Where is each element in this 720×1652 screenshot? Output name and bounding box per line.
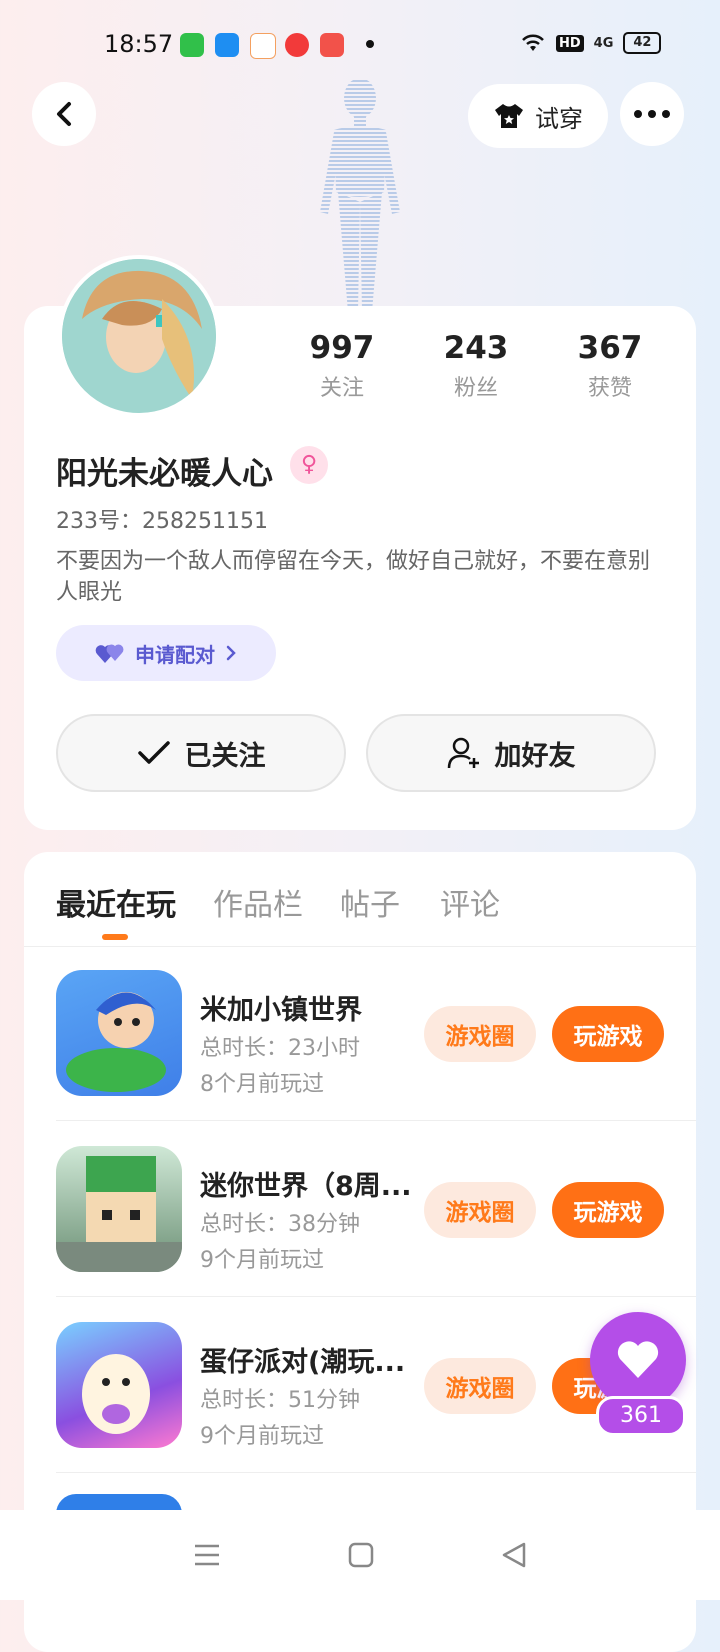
game-icon-eggy-party[interactable] <box>56 1322 182 1448</box>
tab-works[interactable]: 作品栏 <box>213 880 303 924</box>
checkmark-icon <box>137 741 170 764</box>
try-on-label: 试穿 <box>535 104 583 133</box>
game-circle-button[interactable]: 游戏圈 <box>424 1006 536 1062</box>
play-game-button[interactable]: 玩游戏 <box>552 1006 664 1062</box>
home-icon[interactable] <box>348 1542 374 1568</box>
system-navigation-bar <box>0 1510 720 1600</box>
like-count-badge: 361 <box>596 1396 686 1436</box>
game-last-played: 9个月前玩过 <box>200 1424 324 1449</box>
play-game-button[interactable]: 玩游戏 <box>552 1182 664 1238</box>
avatar-portrait-image <box>62 259 216 413</box>
battery-icon: 42 <box>623 32 662 54</box>
stat-following[interactable]: 997 关注 <box>282 330 402 402</box>
tab-recently-played[interactable]: 最近在玩 <box>56 880 176 924</box>
game-last-played: 9个月前玩过 <box>200 1248 324 1273</box>
game-name: 米加小镇世界 <box>200 995 362 1026</box>
game-icon-mini-world[interactable] <box>56 1146 182 1272</box>
game-circle-button[interactable]: 游戏圈 <box>424 1358 536 1414</box>
video-notification-icon <box>285 33 309 57</box>
user-avatar[interactable] <box>58 255 220 417</box>
game-duration: 总时长：38分钟 <box>200 1212 360 1237</box>
tab-posts[interactable]: 帖子 <box>340 880 400 924</box>
signal-icon: 4G <box>593 35 614 51</box>
user-id: 233号：258251151 <box>56 509 268 534</box>
user-nickname: 阳光未必暖人心 <box>56 456 273 492</box>
music-notification-icon <box>320 33 344 57</box>
row-divider <box>56 1120 696 1121</box>
more-options-button[interactable] <box>620 82 684 146</box>
game-duration: 总时长：23小时 <box>200 1036 360 1061</box>
add-user-icon <box>447 737 479 769</box>
stat-value: 243 <box>443 330 509 366</box>
stat-value: 367 <box>577 330 643 366</box>
row-divider <box>56 1472 696 1473</box>
followed-label: 已关注 <box>184 740 266 772</box>
wifi-icon <box>522 34 544 51</box>
back-button[interactable] <box>32 82 96 146</box>
stat-label: 粉丝 <box>453 376 498 401</box>
back-arrow-icon <box>57 102 71 126</box>
avatar-3d-figure <box>320 78 400 312</box>
add-friend-button[interactable]: 加好友 <box>366 714 656 792</box>
back-triangle-icon[interactable] <box>501 1542 527 1568</box>
game-name: 迷你世界（8周... <box>200 1171 410 1202</box>
apply-pair-label: 申请配对 <box>135 642 215 667</box>
status-time: 18:57 <box>104 30 174 58</box>
hd-icon: HD <box>556 34 584 52</box>
game-notification-icon <box>250 33 276 59</box>
like-button[interactable] <box>590 1312 686 1408</box>
add-friend-label: 加好友 <box>494 740 576 772</box>
system-status-icons: HD 4G 42 <box>520 32 662 54</box>
try-on-button[interactable]: 试穿 <box>468 84 608 148</box>
stat-value: 997 <box>309 330 375 366</box>
shirt-icon <box>495 104 523 128</box>
app-notification-icon <box>215 33 239 57</box>
female-gender-icon: ♀ <box>290 446 328 484</box>
apply-pair-button[interactable]: 申请配对 <box>56 625 276 681</box>
menu-icon[interactable] <box>193 1543 221 1567</box>
game-name: 蛋仔派对(潮玩... <box>200 1347 406 1378</box>
row-divider <box>56 1296 696 1297</box>
game-icon-mega-town[interactable] <box>56 970 182 1096</box>
game-circle-button[interactable]: 游戏圈 <box>424 1182 536 1238</box>
more-dots-icon <box>634 110 670 118</box>
chevron-right-icon <box>226 645 236 661</box>
user-bio: 不要因为一个敌人而停留在今天，做好自己就好，不要在意别人眼光 <box>56 549 651 605</box>
active-tab-indicator <box>102 934 128 940</box>
double-heart-icon <box>95 644 124 663</box>
more-notifications-dot <box>366 40 374 48</box>
stat-likes[interactable]: 367 获赞 <box>550 330 670 402</box>
app-notification-icon <box>180 33 204 57</box>
stat-label: 获赞 <box>587 376 632 401</box>
game-last-played: 8个月前玩过 <box>200 1072 324 1097</box>
game-duration: 总时长：51分钟 <box>200 1388 360 1413</box>
stat-followers[interactable]: 243 粉丝 <box>416 330 536 402</box>
followed-button[interactable]: 已关注 <box>56 714 346 792</box>
tab-divider <box>24 946 696 947</box>
heart-icon <box>617 1341 659 1378</box>
stat-label: 关注 <box>319 376 364 401</box>
tab-comments[interactable]: 评论 <box>440 880 500 924</box>
